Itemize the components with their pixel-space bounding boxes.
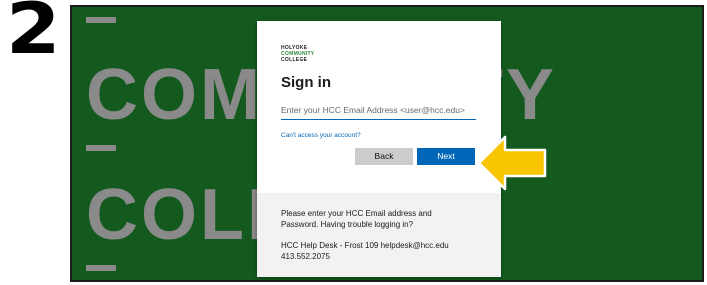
next-button[interactable]: Next	[417, 148, 475, 165]
logo-line-3: COLLEGE	[281, 57, 308, 63]
help-desk-line: HCC Help Desk - Frost 109 helpdesk@hcc.e…	[281, 241, 449, 250]
email-field[interactable]	[281, 101, 476, 120]
background-dash-top	[86, 17, 116, 23]
help-text-line-2: Password. Having trouble logging in?	[281, 220, 414, 229]
college-logo: HOLYOKE COMMUNITY COLLEGE	[281, 45, 315, 63]
signin-panel: HOLYOKE COMMUNITY COLLEGE Sign in Can't …	[257, 21, 501, 277]
login-screenshot: COMMUNITY COLLEGE HOLYOKE COMMUNITY COLL…	[70, 5, 704, 282]
signin-title: Sign in	[281, 74, 331, 91]
step-number: 2	[6, 0, 61, 70]
cant-access-link[interactable]: Can't access your account?	[281, 132, 361, 139]
arrow-left-icon	[477, 135, 547, 191]
back-button[interactable]: Back	[355, 148, 413, 165]
help-text-line-1: Please enter your HCC Email address and	[281, 209, 432, 218]
help-box: Please enter your HCC Email address and …	[257, 193, 501, 277]
background-dash-bottom	[86, 265, 116, 271]
background-dash-mid	[86, 145, 116, 151]
help-phone-line: 413.552.2075	[281, 252, 330, 261]
